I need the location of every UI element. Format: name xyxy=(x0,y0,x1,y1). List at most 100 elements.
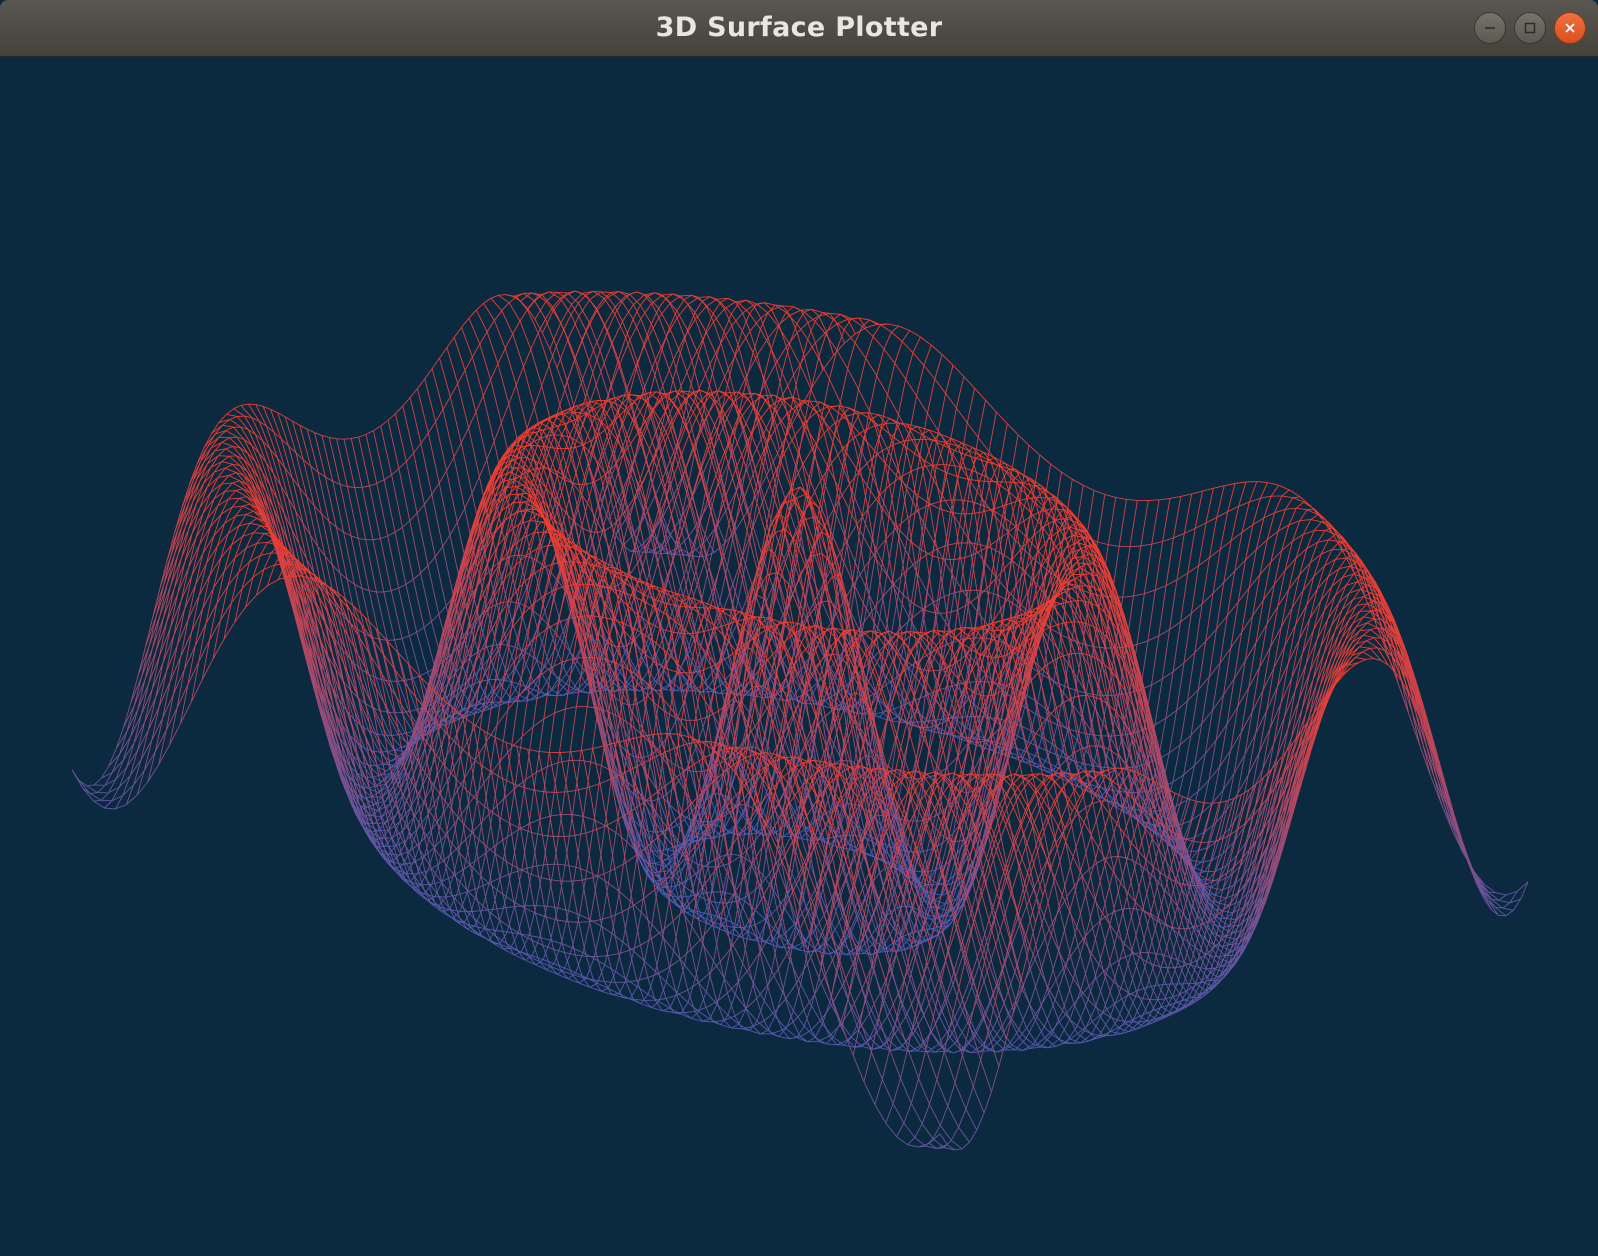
mesh-line xyxy=(427,432,440,484)
mesh-line xyxy=(861,325,874,337)
mesh-line xyxy=(531,426,543,431)
minimize-button[interactable] xyxy=(1474,12,1506,44)
mesh-line xyxy=(889,417,901,424)
mesh-line xyxy=(431,357,440,369)
mesh-line xyxy=(684,336,693,362)
mesh-line xyxy=(976,589,988,593)
mesh-line xyxy=(438,482,451,536)
mesh-line xyxy=(1122,595,1134,598)
mesh-line xyxy=(617,337,627,360)
mesh-line xyxy=(909,330,921,338)
mesh-line xyxy=(519,320,532,350)
mesh-line xyxy=(743,392,755,395)
mesh-line xyxy=(1107,497,1117,545)
mesh-line xyxy=(887,323,899,327)
mesh-line xyxy=(1050,463,1062,473)
mesh-line xyxy=(847,368,859,390)
mesh-line xyxy=(564,479,576,523)
mesh-line xyxy=(741,450,750,490)
mesh-line xyxy=(493,320,506,349)
mesh-line xyxy=(498,294,506,296)
mesh-line xyxy=(654,292,667,299)
mesh-line xyxy=(453,327,462,338)
mesh-line xyxy=(210,477,219,493)
mesh-line xyxy=(615,396,628,409)
plot-canvas[interactable] xyxy=(0,57,1598,1256)
mesh-line xyxy=(764,493,774,533)
mesh-line xyxy=(1147,590,1156,641)
mesh-line xyxy=(834,434,846,452)
mesh-line xyxy=(283,513,293,530)
mesh-line xyxy=(409,397,422,444)
mesh-line xyxy=(1136,593,1145,645)
mesh-line xyxy=(387,531,396,537)
mesh-line xyxy=(218,436,230,439)
mesh-line xyxy=(650,323,663,350)
close-button[interactable] xyxy=(1554,12,1586,44)
title-bar[interactable]: 3D Surface Plotter xyxy=(0,0,1598,57)
mesh-line xyxy=(225,463,233,469)
mesh-line xyxy=(611,292,623,303)
mesh-line xyxy=(137,646,146,676)
mesh-line xyxy=(490,379,502,423)
mesh-line xyxy=(563,296,572,305)
mesh-line xyxy=(703,402,716,422)
mesh-line xyxy=(1172,744,1181,783)
mesh-line xyxy=(101,799,112,802)
mesh-line xyxy=(100,792,109,801)
mesh-line xyxy=(963,376,975,389)
mesh-line xyxy=(225,448,237,457)
mesh-line xyxy=(515,384,528,429)
mesh-line xyxy=(549,323,562,350)
mesh-line xyxy=(265,462,274,475)
mesh-line xyxy=(1183,493,1193,534)
mesh-line xyxy=(704,667,716,683)
mesh-line xyxy=(916,365,925,397)
mesh-line xyxy=(481,645,494,682)
mesh-line xyxy=(535,429,543,433)
mesh-line xyxy=(758,399,767,414)
mesh-line xyxy=(446,470,458,523)
mesh-line xyxy=(872,324,881,337)
mesh-line xyxy=(878,495,887,539)
mesh-line xyxy=(960,479,970,514)
mesh-line xyxy=(630,432,639,445)
mesh-line xyxy=(361,587,370,592)
mesh-line xyxy=(895,445,905,476)
mesh-line xyxy=(1006,423,1019,436)
mesh-line xyxy=(438,470,447,484)
mesh-line xyxy=(391,474,403,528)
mesh-line xyxy=(1259,482,1269,499)
mesh-line xyxy=(206,498,215,520)
mesh-line xyxy=(814,415,823,457)
mesh-line xyxy=(1201,557,1210,604)
mesh-line xyxy=(446,456,455,471)
mesh-line xyxy=(351,436,359,440)
mesh-line xyxy=(779,458,792,488)
mesh-line xyxy=(394,532,407,585)
mesh-line xyxy=(808,477,821,505)
mesh-line xyxy=(672,352,681,381)
mesh-line xyxy=(434,556,447,607)
mesh-line xyxy=(387,413,396,421)
mesh-line xyxy=(648,452,657,470)
mesh-line xyxy=(221,482,233,485)
mesh-line xyxy=(435,409,444,422)
mesh-line xyxy=(380,425,393,475)
mesh-line xyxy=(1035,713,1047,721)
mesh-line xyxy=(818,357,830,380)
mesh-line xyxy=(402,405,415,454)
mesh-line xyxy=(551,671,560,679)
mesh-line xyxy=(416,388,429,434)
mesh-line xyxy=(288,445,300,488)
mesh-line xyxy=(435,421,447,471)
mesh-line xyxy=(859,485,868,531)
mesh-line xyxy=(1013,756,1021,759)
mesh-line xyxy=(302,523,315,573)
mesh-line xyxy=(488,561,501,609)
mesh-line xyxy=(836,318,849,325)
maximize-button[interactable] xyxy=(1514,12,1546,44)
mesh-line xyxy=(292,420,304,460)
mesh-line xyxy=(742,406,755,431)
mesh-line xyxy=(1133,545,1142,597)
